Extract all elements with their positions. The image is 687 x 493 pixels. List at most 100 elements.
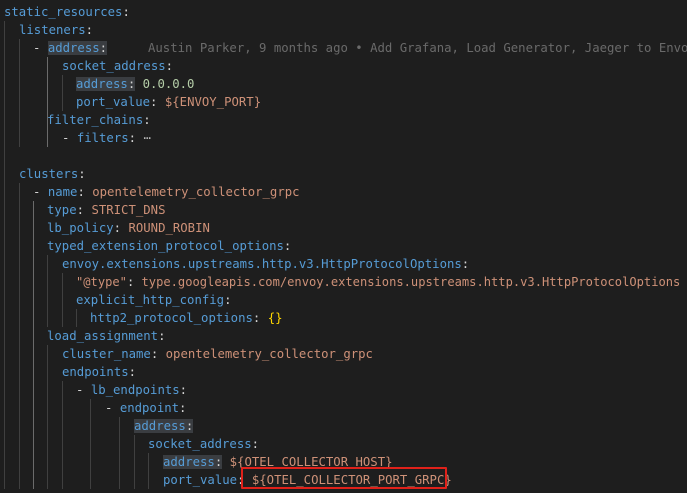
yaml-key: type [47,203,77,217]
code-line[interactable]: static_resources: [0,3,687,21]
code-line[interactable]: clusters: [0,165,687,183]
indent-guide [33,219,34,237]
indent-guide [19,399,20,417]
indent-guide [62,309,63,327]
fold-ellipsis-icon[interactable]: ⋯ [143,131,150,145]
yaml-key: socket_address [148,437,252,451]
code-line[interactable]: filter_chains: [0,111,687,129]
indent-guide [90,435,91,453]
yaml-key: http2_protocol_options [90,311,253,325]
indent-guide [47,75,48,93]
yaml-key: cluster_name [62,347,151,361]
indent-guide [33,363,34,381]
indent-guide [4,471,5,489]
indent-guide [19,57,20,75]
code-line[interactable]: load_assignment: [0,327,687,345]
indent-guide [4,453,5,471]
indent-guide [47,417,48,435]
indent-guide [90,417,91,435]
indent-guide [19,183,20,201]
code-line[interactable]: "@type": type.googleapis.com/envoy.exten… [0,273,687,291]
code-line-folded[interactable]: - filters: ⋯ [0,129,687,147]
code-line[interactable]: cluster_name: opentelemetry_collector_gr… [0,345,687,363]
indent-guide [62,453,63,471]
indent-guide [19,435,20,453]
indent-guide [47,363,48,381]
indent-guide [33,273,34,291]
indent-guide [4,381,5,399]
indent-guide [19,345,20,363]
yaml-key: explicit_http_config [76,293,225,307]
code-line[interactable]: http2_protocol_options: {} [0,309,687,327]
code-line[interactable]: envoy.extensions.upstreams.http.v3.HttpP… [0,255,687,273]
yaml-key-highlighted: address [134,419,186,433]
code-line[interactable]: endpoints: [0,363,687,381]
yaml-value: opentelemetry_collector_grpc [165,347,373,361]
indent-guide [4,363,5,381]
code-editor[interactable]: static_resources: listeners: - address: … [0,0,687,493]
indent-guide [62,75,63,93]
indent-guide [4,201,5,219]
code-line[interactable]: socket_address: [0,57,687,75]
yaml-key-quoted: "@type" [76,275,127,289]
code-line[interactable]: type: STRICT_DNS [0,201,687,219]
code-line[interactable]: - endpoint: [0,399,687,417]
code-line[interactable]: - name: opentelemetry_collector_grpc [0,183,687,201]
yaml-value: opentelemetry_collector_grpc [92,185,300,199]
indent-guide [33,327,34,345]
indent-guide [47,453,48,471]
indent-guide [19,471,20,489]
indent-guide [19,417,20,435]
code-line[interactable]: socket_address: [0,435,687,453]
indent-guide [134,471,135,489]
highlight-box [241,467,447,489]
indent-guide [4,435,5,453]
indent-guide [19,39,20,57]
indent-guide [33,201,34,219]
indent-guide [19,201,20,219]
code-line[interactable]: typed_extension_protocol_options: [0,237,687,255]
indent-guide [4,147,5,165]
yaml-value: ROUND_ROBIN [128,221,210,235]
yaml-key-highlighted: address [163,455,215,469]
indent-guide [4,417,5,435]
code-line[interactable]: lb_policy: ROUND_ROBIN [0,219,687,237]
indent-guide [90,453,91,471]
yaml-value: {} [267,311,283,325]
indent-guide [62,381,63,399]
code-line-blank[interactable] [0,147,687,165]
code-line[interactable]: listeners: [0,21,687,39]
indent-guide [33,435,34,453]
indent-guide [33,309,34,327]
yaml-key: load_assignment [47,329,159,343]
code-line-current[interactable]: - address: Austin Parker, 9 months ago •… [0,39,687,57]
yaml-key: lb_endpoints [90,383,180,397]
indent-guide [62,273,63,291]
indent-guide [119,435,120,453]
indent-guide [33,417,34,435]
yaml-key: name [47,185,78,199]
indent-guide [19,309,20,327]
indent-guide [90,399,91,417]
indent-guide [47,381,48,399]
indent-guide [134,453,135,471]
code-line[interactable]: address: [0,417,687,435]
indent-guide [19,129,20,147]
yaml-value: ${ENVOY_PORT} [164,95,262,109]
yaml-key: filters [76,131,129,145]
indent-guide [62,291,63,309]
code-line[interactable]: port_value: ${ENVOY_PORT} [0,93,687,111]
indent-guide [47,435,48,453]
code-line[interactable]: address: 0.0.0.0 [0,75,687,93]
indent-guide [47,255,48,273]
code-line[interactable]: explicit_http_config: [0,291,687,309]
indent-guide [119,417,120,435]
indent-guide [33,345,34,363]
indent-guide [4,399,5,417]
indent-guide [4,291,5,309]
indent-guide [4,219,5,237]
indent-guide [19,363,20,381]
code-line[interactable]: - lb_endpoints: [0,381,687,399]
indent-guide [4,39,5,57]
indent-guide [47,471,48,489]
